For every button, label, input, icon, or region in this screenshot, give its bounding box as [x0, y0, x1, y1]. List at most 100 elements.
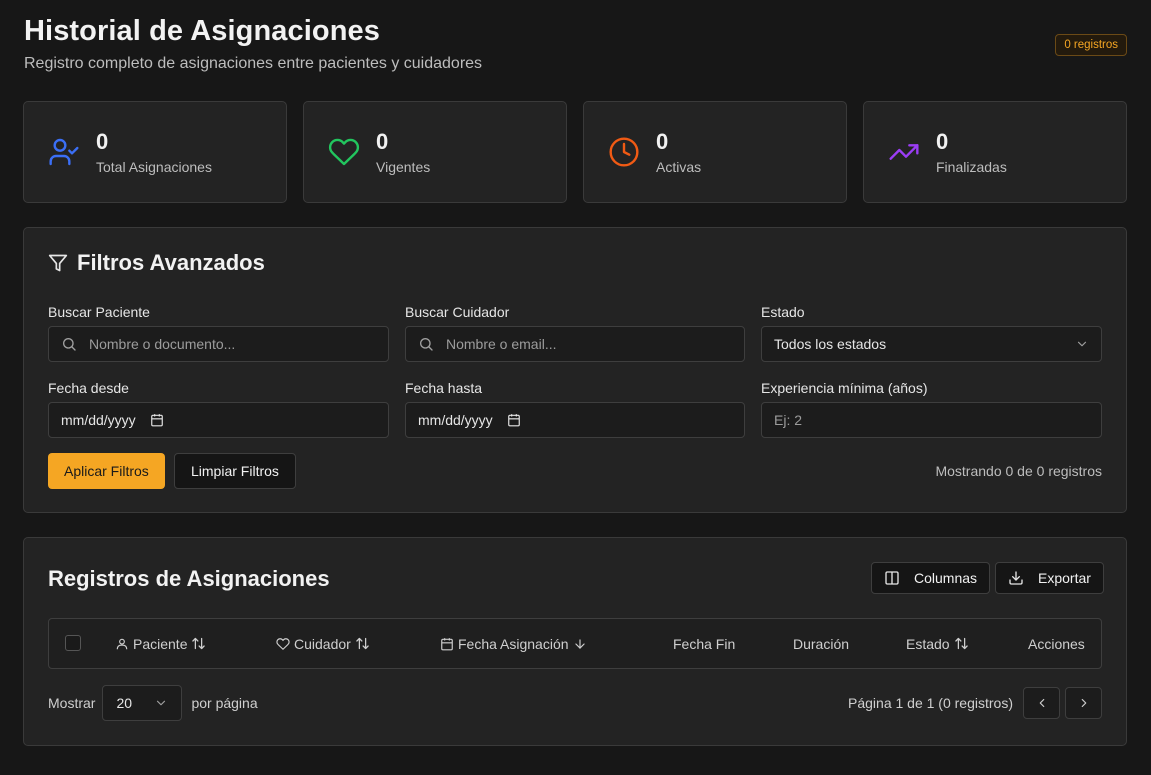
- export-button[interactable]: Exportar: [995, 562, 1104, 594]
- patient-filter: Buscar Paciente Nombre o documento...: [48, 304, 389, 362]
- page-navigation: Página 1 de 1 (0 registros): [848, 685, 1102, 721]
- filters-title: Filtros Avanzados: [48, 250, 265, 276]
- col-actions: Acciones: [1028, 619, 1085, 668]
- user-icon: [116, 638, 128, 649]
- caregiver-filter: Buscar Cuidador Nombre o email...: [405, 304, 745, 362]
- page-subtitle: Registro completo de asignaciones entre …: [24, 55, 483, 72]
- stat-label: Total Asignaciones: [96, 159, 212, 175]
- date-from-value: mm/dd/yyyy: [61, 412, 136, 428]
- experience-label: Experiencia mínima (años): [761, 380, 928, 396]
- col-caregiver[interactable]: Cuidador: [276, 619, 370, 668]
- columns-label: Columnas: [914, 570, 978, 586]
- stat-card-vigentes: 0 Vigentes: [303, 101, 567, 203]
- date-to-value: mm/dd/yyyy: [418, 412, 493, 428]
- col-end: Fecha Fin: [673, 619, 735, 668]
- columns-button[interactable]: Columnas: [871, 562, 991, 594]
- show-label: Mostrar: [48, 695, 96, 711]
- col-status-label: Estado: [906, 635, 950, 652]
- chevron-left-icon: [1039, 698, 1044, 708]
- status-select[interactable]: Todos los estados: [761, 326, 1102, 362]
- col-date[interactable]: Fecha Asignación: [440, 619, 587, 668]
- stat-card-activas: 0 Activas: [583, 101, 847, 203]
- sort-icon[interactable]: [355, 636, 370, 651]
- col-patient-label: Paciente: [133, 635, 188, 652]
- date-from-label: Fecha desde: [48, 380, 129, 396]
- col-actions-label: Acciones: [1028, 635, 1085, 652]
- patient-placeholder: Nombre o documento...: [89, 336, 236, 352]
- per-page-control: Mostrar 20 por página: [48, 685, 258, 721]
- patient-label: Buscar Paciente: [48, 304, 150, 320]
- sort-icon[interactable]: [954, 636, 969, 651]
- chevron-down-icon: [157, 700, 166, 706]
- clear-filters-button[interactable]: Limpiar Filtros: [174, 453, 296, 489]
- clock-icon: [608, 136, 640, 168]
- select-all-checkbox[interactable]: [65, 635, 81, 651]
- prev-page-button[interactable]: [1023, 687, 1060, 719]
- page: Historial de Asignaciones Registro compl…: [0, 0, 1151, 775]
- heart-icon: [276, 637, 290, 650]
- apply-filters-button[interactable]: Aplicar Filtros: [48, 453, 165, 489]
- date-from-input[interactable]: mm/dd/yyyy: [48, 402, 389, 438]
- download-icon: [1009, 571, 1023, 585]
- experience-placeholder: Ej: 2: [774, 412, 803, 428]
- arrow-down-icon[interactable]: [573, 637, 587, 651]
- experience-input[interactable]: Ej: 2: [761, 402, 1102, 438]
- status-select-value: Todos los estados: [774, 336, 887, 352]
- col-patient[interactable]: Paciente: [115, 619, 206, 668]
- caregiver-label: Buscar Cuidador: [405, 304, 510, 320]
- caregiver-placeholder: Nombre o email...: [446, 336, 557, 352]
- per-page-value: 20: [116, 695, 133, 711]
- user-check-icon: [48, 136, 80, 168]
- col-caregiver-label: Cuidador: [294, 635, 351, 652]
- trending-up-icon: [888, 136, 920, 168]
- stats-row: 0 Total Asignaciones 0 Vigentes 0 Activa…: [23, 101, 1127, 203]
- chevron-right-icon: [1081, 698, 1086, 708]
- patient-search-input[interactable]: Nombre o documento...: [48, 326, 389, 362]
- filters-title-text: Filtros Avanzados: [77, 250, 265, 275]
- stat-value: 0: [96, 129, 109, 154]
- col-status[interactable]: Estado: [906, 619, 969, 668]
- records-table: Paciente Cuidador Fecha Asignación Fecha…: [48, 618, 1102, 669]
- stat-label: Finalizadas: [936, 159, 1007, 175]
- records-title: Registros de Asignaciones: [48, 566, 330, 591]
- per-page-select[interactable]: 20: [102, 685, 183, 721]
- chevron-down-icon: [1077, 341, 1087, 347]
- date-to-input[interactable]: mm/dd/yyyy: [405, 402, 745, 438]
- date-to-label: Fecha hasta: [405, 380, 483, 396]
- stat-value: 0: [376, 129, 389, 154]
- page-info: Página 1 de 1 (0 registros): [848, 695, 1013, 711]
- date-to-filter: Fecha hasta mm/dd/yyyy: [405, 380, 745, 438]
- status-label: Estado: [761, 304, 805, 320]
- search-icon: [420, 338, 433, 351]
- stat-label: Vigentes: [376, 159, 431, 175]
- col-end-label: Fecha Fin: [673, 635, 736, 652]
- records-count-badge: 0 registros: [1055, 34, 1127, 56]
- calendar-icon[interactable]: [507, 413, 521, 427]
- status-filter: Estado Todos los estados: [761, 304, 1102, 362]
- stat-card-finalizadas: 0 Finalizadas: [863, 101, 1127, 203]
- experience-filter: Experiencia mínima (años) Ej: 2: [761, 380, 1102, 438]
- filters-panel: Filtros Avanzados Buscar Paciente Nombre…: [23, 227, 1127, 513]
- caregiver-search-input[interactable]: Nombre o email...: [405, 326, 745, 362]
- showing-count: Mostrando 0 de 0 registros: [935, 463, 1102, 479]
- stat-value: 0: [936, 129, 949, 154]
- pagination-bar: Mostrar 20 por página Página 1 de 1 (0 r…: [48, 685, 1102, 721]
- date-from-filter: Fecha desde mm/dd/yyyy: [48, 380, 389, 438]
- search-icon: [62, 338, 76, 351]
- col-duration: Duración: [793, 619, 849, 668]
- stat-label: Activas: [656, 159, 702, 175]
- stat-card-total: 0 Total Asignaciones: [23, 101, 287, 203]
- export-label: Exportar: [1038, 570, 1091, 586]
- heart-icon: [328, 136, 360, 168]
- next-page-button[interactable]: [1065, 687, 1102, 719]
- calendar-icon: [441, 637, 453, 650]
- columns-icon: [885, 571, 899, 585]
- stat-value: 0: [656, 129, 669, 154]
- page-title: Historial de Asignaciones: [24, 15, 380, 47]
- records-panel: Registros de Asignaciones Columnas Expor…: [23, 537, 1127, 746]
- sort-icon[interactable]: [191, 636, 206, 651]
- per-page-label: por página: [191, 695, 258, 711]
- calendar-icon[interactable]: [150, 413, 164, 427]
- col-duration-label: Duración: [793, 635, 850, 652]
- page-header: Historial de Asignaciones Registro compl…: [24, 14, 1127, 84]
